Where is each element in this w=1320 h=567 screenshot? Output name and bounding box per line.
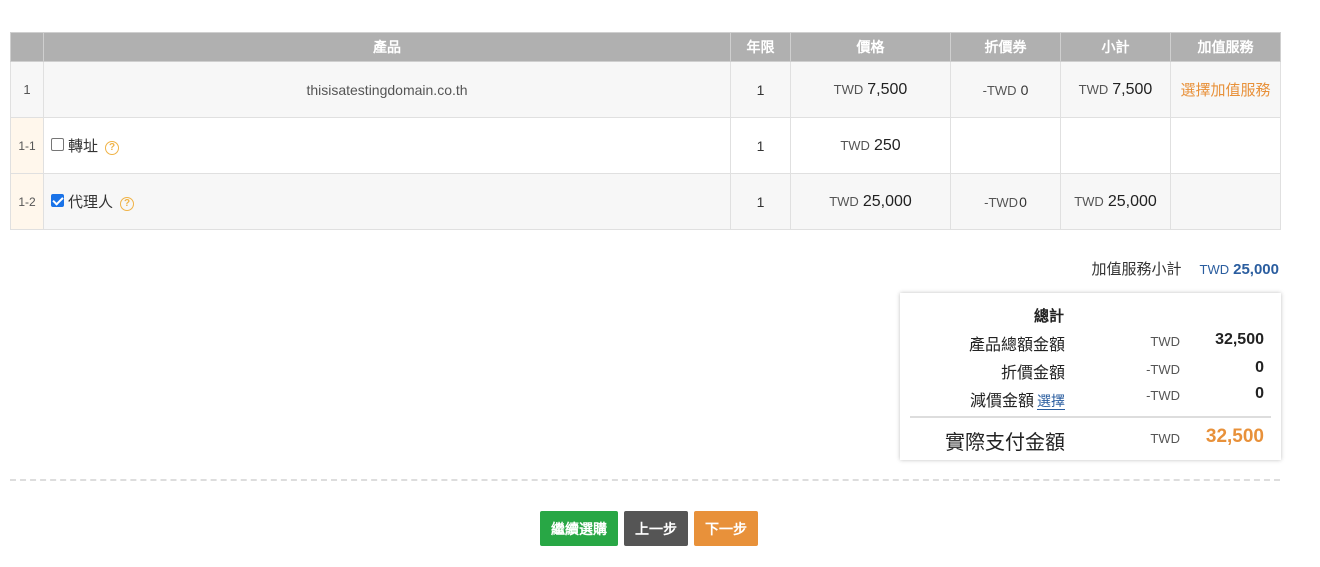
- price-currency: TWD: [833, 81, 864, 97]
- row-index: 1: [10, 61, 44, 118]
- option-label: 轉址: [68, 138, 99, 155]
- help-icon[interactable]: ?: [105, 141, 120, 156]
- header-value-added: 加值服務: [1170, 32, 1281, 62]
- header-coupon: 折價券: [950, 32, 1061, 62]
- product-total-currency: TWD: [1150, 334, 1180, 349]
- summary-row-discount: 折價金額 -TWD 0: [900, 359, 1281, 382]
- subtotal-cell: TWD 25,000: [1060, 173, 1171, 230]
- price-value: 250: [873, 136, 901, 154]
- header-product: 產品: [43, 32, 731, 62]
- pay-currency: TWD: [1150, 431, 1180, 446]
- subtotal-currency: TWD: [1074, 193, 1104, 209]
- button-bar: 繼續選購 上一步 下一步: [540, 511, 758, 546]
- summary-row-product-total: 產品總額金額 TWD 32,500: [900, 331, 1281, 354]
- option-cell: 轉址?: [43, 117, 731, 174]
- select-value-added-link[interactable]: 選擇加值服務: [1180, 82, 1270, 99]
- table-row: 1-2 代理人? 1 TWD 25,000 -TWD0 TWD 25,000: [10, 173, 1281, 230]
- value-added-subtotal: 加值服務小計 TWD 25,000: [1091, 258, 1279, 279]
- coupon-cell: -TWD0: [950, 173, 1061, 230]
- continue-shopping-button[interactable]: 繼續選購: [540, 511, 618, 546]
- agent-checkbox[interactable]: [51, 194, 64, 208]
- coupon-currency: -TWD: [982, 82, 1017, 98]
- help-icon[interactable]: ?: [120, 197, 135, 212]
- coupon-cell: [950, 117, 1061, 174]
- reduction-value: 0: [1255, 385, 1264, 402]
- price-currency: TWD: [840, 137, 870, 153]
- price-currency: TWD: [829, 193, 859, 209]
- price-value: 25,000: [862, 192, 912, 210]
- table-row: 1 thisisatestingdomain.co.th 1 TWD 7,500 …: [10, 61, 1281, 118]
- discount-value: 0: [1255, 359, 1264, 376]
- product-total-label: 產品總額金額: [968, 337, 1065, 354]
- header-price: 價格: [790, 32, 951, 62]
- option-label: 代理人: [68, 194, 114, 211]
- vas-subtotal-currency: TWD: [1199, 262, 1230, 277]
- table-header-row: 產品 年限 價格 折價券 小計 加值服務: [10, 32, 1281, 62]
- vas-subtotal-amount: 25,000: [1233, 261, 1279, 278]
- dashed-divider: [10, 479, 1280, 481]
- price-cell: TWD 25,000: [790, 173, 951, 230]
- pay-value: 32,500: [1205, 426, 1264, 447]
- subtotal-value: 25,000: [1107, 192, 1157, 210]
- header-years: 年限: [730, 32, 791, 62]
- reduction-currency: -TWD: [1146, 388, 1180, 403]
- coupon-cell: -TWD0: [950, 61, 1061, 118]
- discount-currency: -TWD: [1146, 362, 1180, 377]
- coupon-currency: -TWD: [984, 194, 1019, 210]
- pay-label: 實際支付金額: [945, 432, 1065, 454]
- next-step-button[interactable]: 下一步: [694, 511, 758, 546]
- domain-name: thisisatestingdomain.co.th: [306, 81, 468, 98]
- summary-divider: [910, 416, 1271, 418]
- price-cell: TWD 250: [790, 117, 951, 174]
- reduction-label-wrap: 減價金額 選擇: [970, 387, 1065, 411]
- previous-step-button[interactable]: 上一步: [624, 511, 688, 546]
- subtotal-cell: TWD 7,500: [1060, 61, 1171, 118]
- vas-subtotal-label: 加值服務小計: [1091, 261, 1182, 278]
- order-summary: 總計 產品總額金額 TWD 32,500 折價金額 -TWD 0 減價金額 選擇 …: [900, 293, 1281, 460]
- summary-row-reduction: 減價金額 選擇 -TWD 0: [900, 385, 1281, 410]
- vas-cell: 選擇加值服務: [1170, 61, 1281, 118]
- discount-label: 折價金額: [1000, 365, 1065, 382]
- cart-table: 產品 年限 價格 折價券 小計 加值服務 1 thisisatestingdom…: [10, 32, 1281, 230]
- price-value: 7,500: [867, 80, 908, 98]
- summary-row-pay: 實際支付金額 TWD 32,500: [900, 426, 1281, 454]
- years-cell: 1: [730, 117, 791, 174]
- summary-title: 總計: [1033, 308, 1064, 325]
- vas-cell: [1170, 117, 1281, 174]
- select-reduction-link[interactable]: 選擇: [1037, 393, 1065, 410]
- subtotal-cell: [1060, 117, 1171, 174]
- price-cell: TWD 7,500: [790, 61, 951, 118]
- header-subtotal: 小計: [1060, 32, 1171, 62]
- subtotal-currency: TWD: [1078, 81, 1109, 97]
- product-total-value: 32,500: [1215, 331, 1264, 348]
- table-row: 1-1 轉址? 1 TWD 250: [10, 117, 1281, 174]
- years-cell: 1: [730, 173, 791, 230]
- coupon-value: 0: [1020, 81, 1029, 98]
- product-cell: thisisatestingdomain.co.th: [43, 61, 731, 118]
- redirect-checkbox[interactable]: [51, 138, 64, 152]
- subtotal-value: 7,500: [1112, 80, 1153, 98]
- row-index: 1-2: [10, 173, 44, 230]
- header-index: [10, 32, 44, 62]
- vas-cell: [1170, 173, 1281, 230]
- reduction-label: 減價金額: [969, 393, 1034, 410]
- row-index: 1-1: [10, 117, 44, 174]
- years-cell: 1: [730, 61, 791, 118]
- option-cell: 代理人?: [43, 173, 731, 230]
- coupon-value: 0: [1019, 193, 1027, 210]
